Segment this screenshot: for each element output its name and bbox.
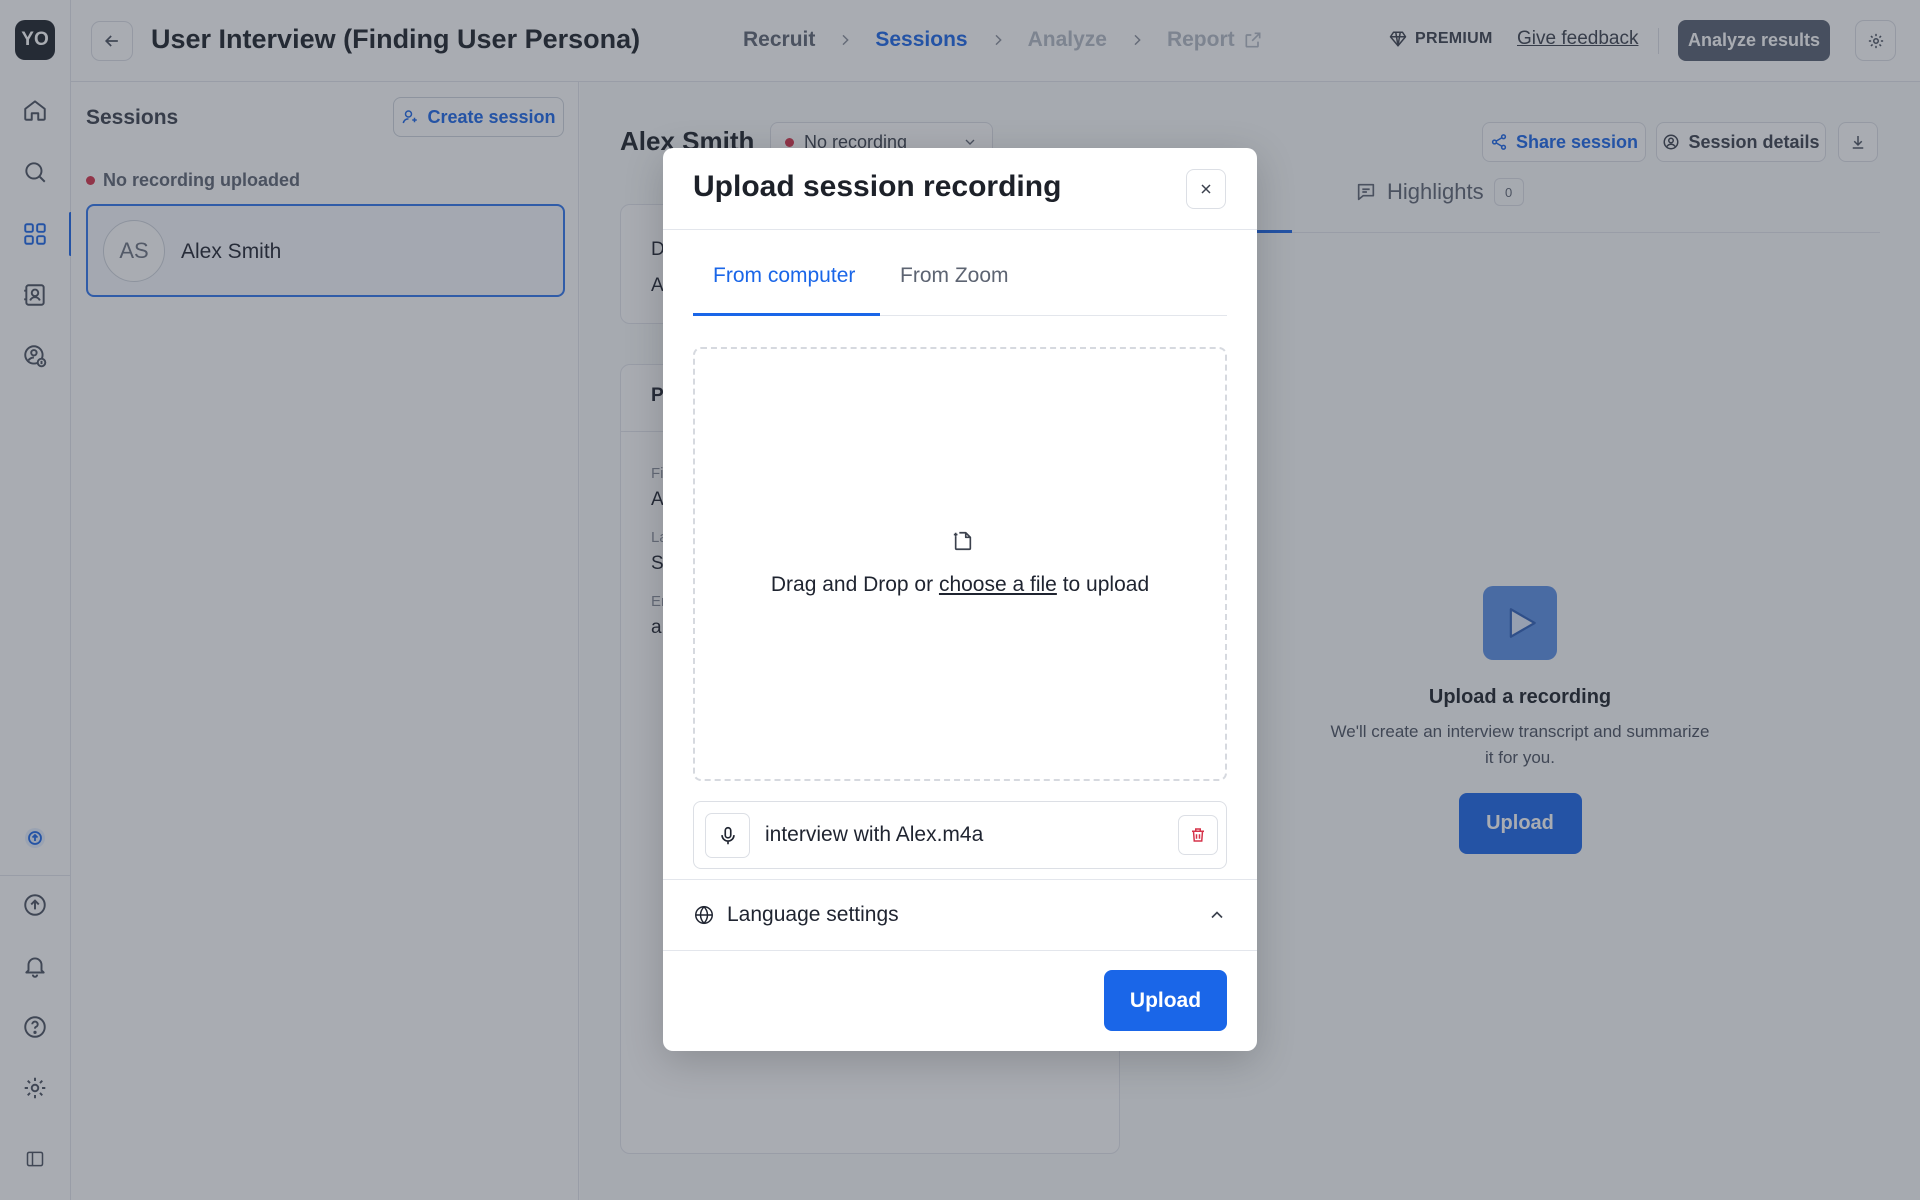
upload-source-tabs: From computer From Zoom	[693, 256, 1227, 316]
file-upload-icon	[952, 530, 974, 552]
language-settings-toggle[interactable]: Language settings	[693, 880, 1227, 950]
file-dropzone[interactable]: Drag and Drop or choose a file to upload	[693, 347, 1227, 781]
modal-title: Upload session recording	[693, 170, 1062, 203]
upload-recording-modal: Upload session recording From computer F…	[663, 148, 1257, 1051]
dropzone-text: Drag and Drop or choose a file to upload	[695, 573, 1225, 597]
active-tab-underline	[693, 313, 880, 316]
divider	[663, 229, 1257, 230]
close-button[interactable]	[1186, 169, 1226, 209]
dropzone-prefix: Drag and Drop or	[770, 573, 939, 596]
upload-button[interactable]: Upload	[1104, 970, 1227, 1031]
choose-file-link[interactable]: choose a file	[939, 573, 1057, 596]
file-name: interview with Alex.m4a	[765, 823, 984, 846]
trash-icon	[1189, 826, 1207, 844]
dropzone-suffix: to upload	[1056, 573, 1150, 596]
tab-from-zoom[interactable]: From Zoom	[900, 264, 1009, 288]
close-icon	[1198, 181, 1214, 197]
divider	[663, 950, 1257, 951]
language-settings-label: Language settings	[727, 903, 899, 926]
chevron-up-icon	[1207, 905, 1227, 925]
microphone-icon	[705, 813, 750, 858]
globe-icon	[693, 904, 715, 926]
remove-file-button[interactable]	[1178, 815, 1218, 855]
selected-file-row: interview with Alex.m4a	[693, 801, 1227, 869]
tab-from-computer[interactable]: From computer	[713, 264, 855, 288]
